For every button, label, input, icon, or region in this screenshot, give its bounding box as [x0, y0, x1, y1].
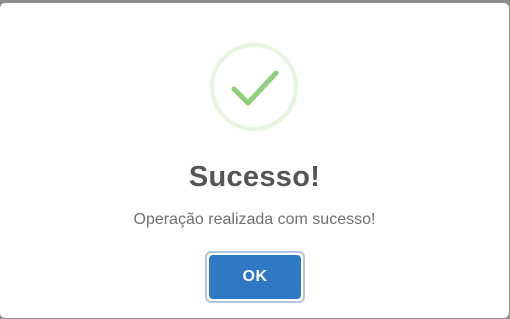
- dialog-title: Sucesso!: [188, 161, 321, 193]
- check-mark-icon: [231, 70, 279, 106]
- ok-button[interactable]: OK: [209, 255, 301, 299]
- ok-button-focus-ring: OK: [205, 251, 305, 303]
- success-check-icon: [210, 43, 298, 131]
- success-dialog: Sucesso! Operação realizada com sucesso!…: [0, 3, 509, 318]
- dialog-message: Operação realizada com sucesso!: [133, 211, 376, 228]
